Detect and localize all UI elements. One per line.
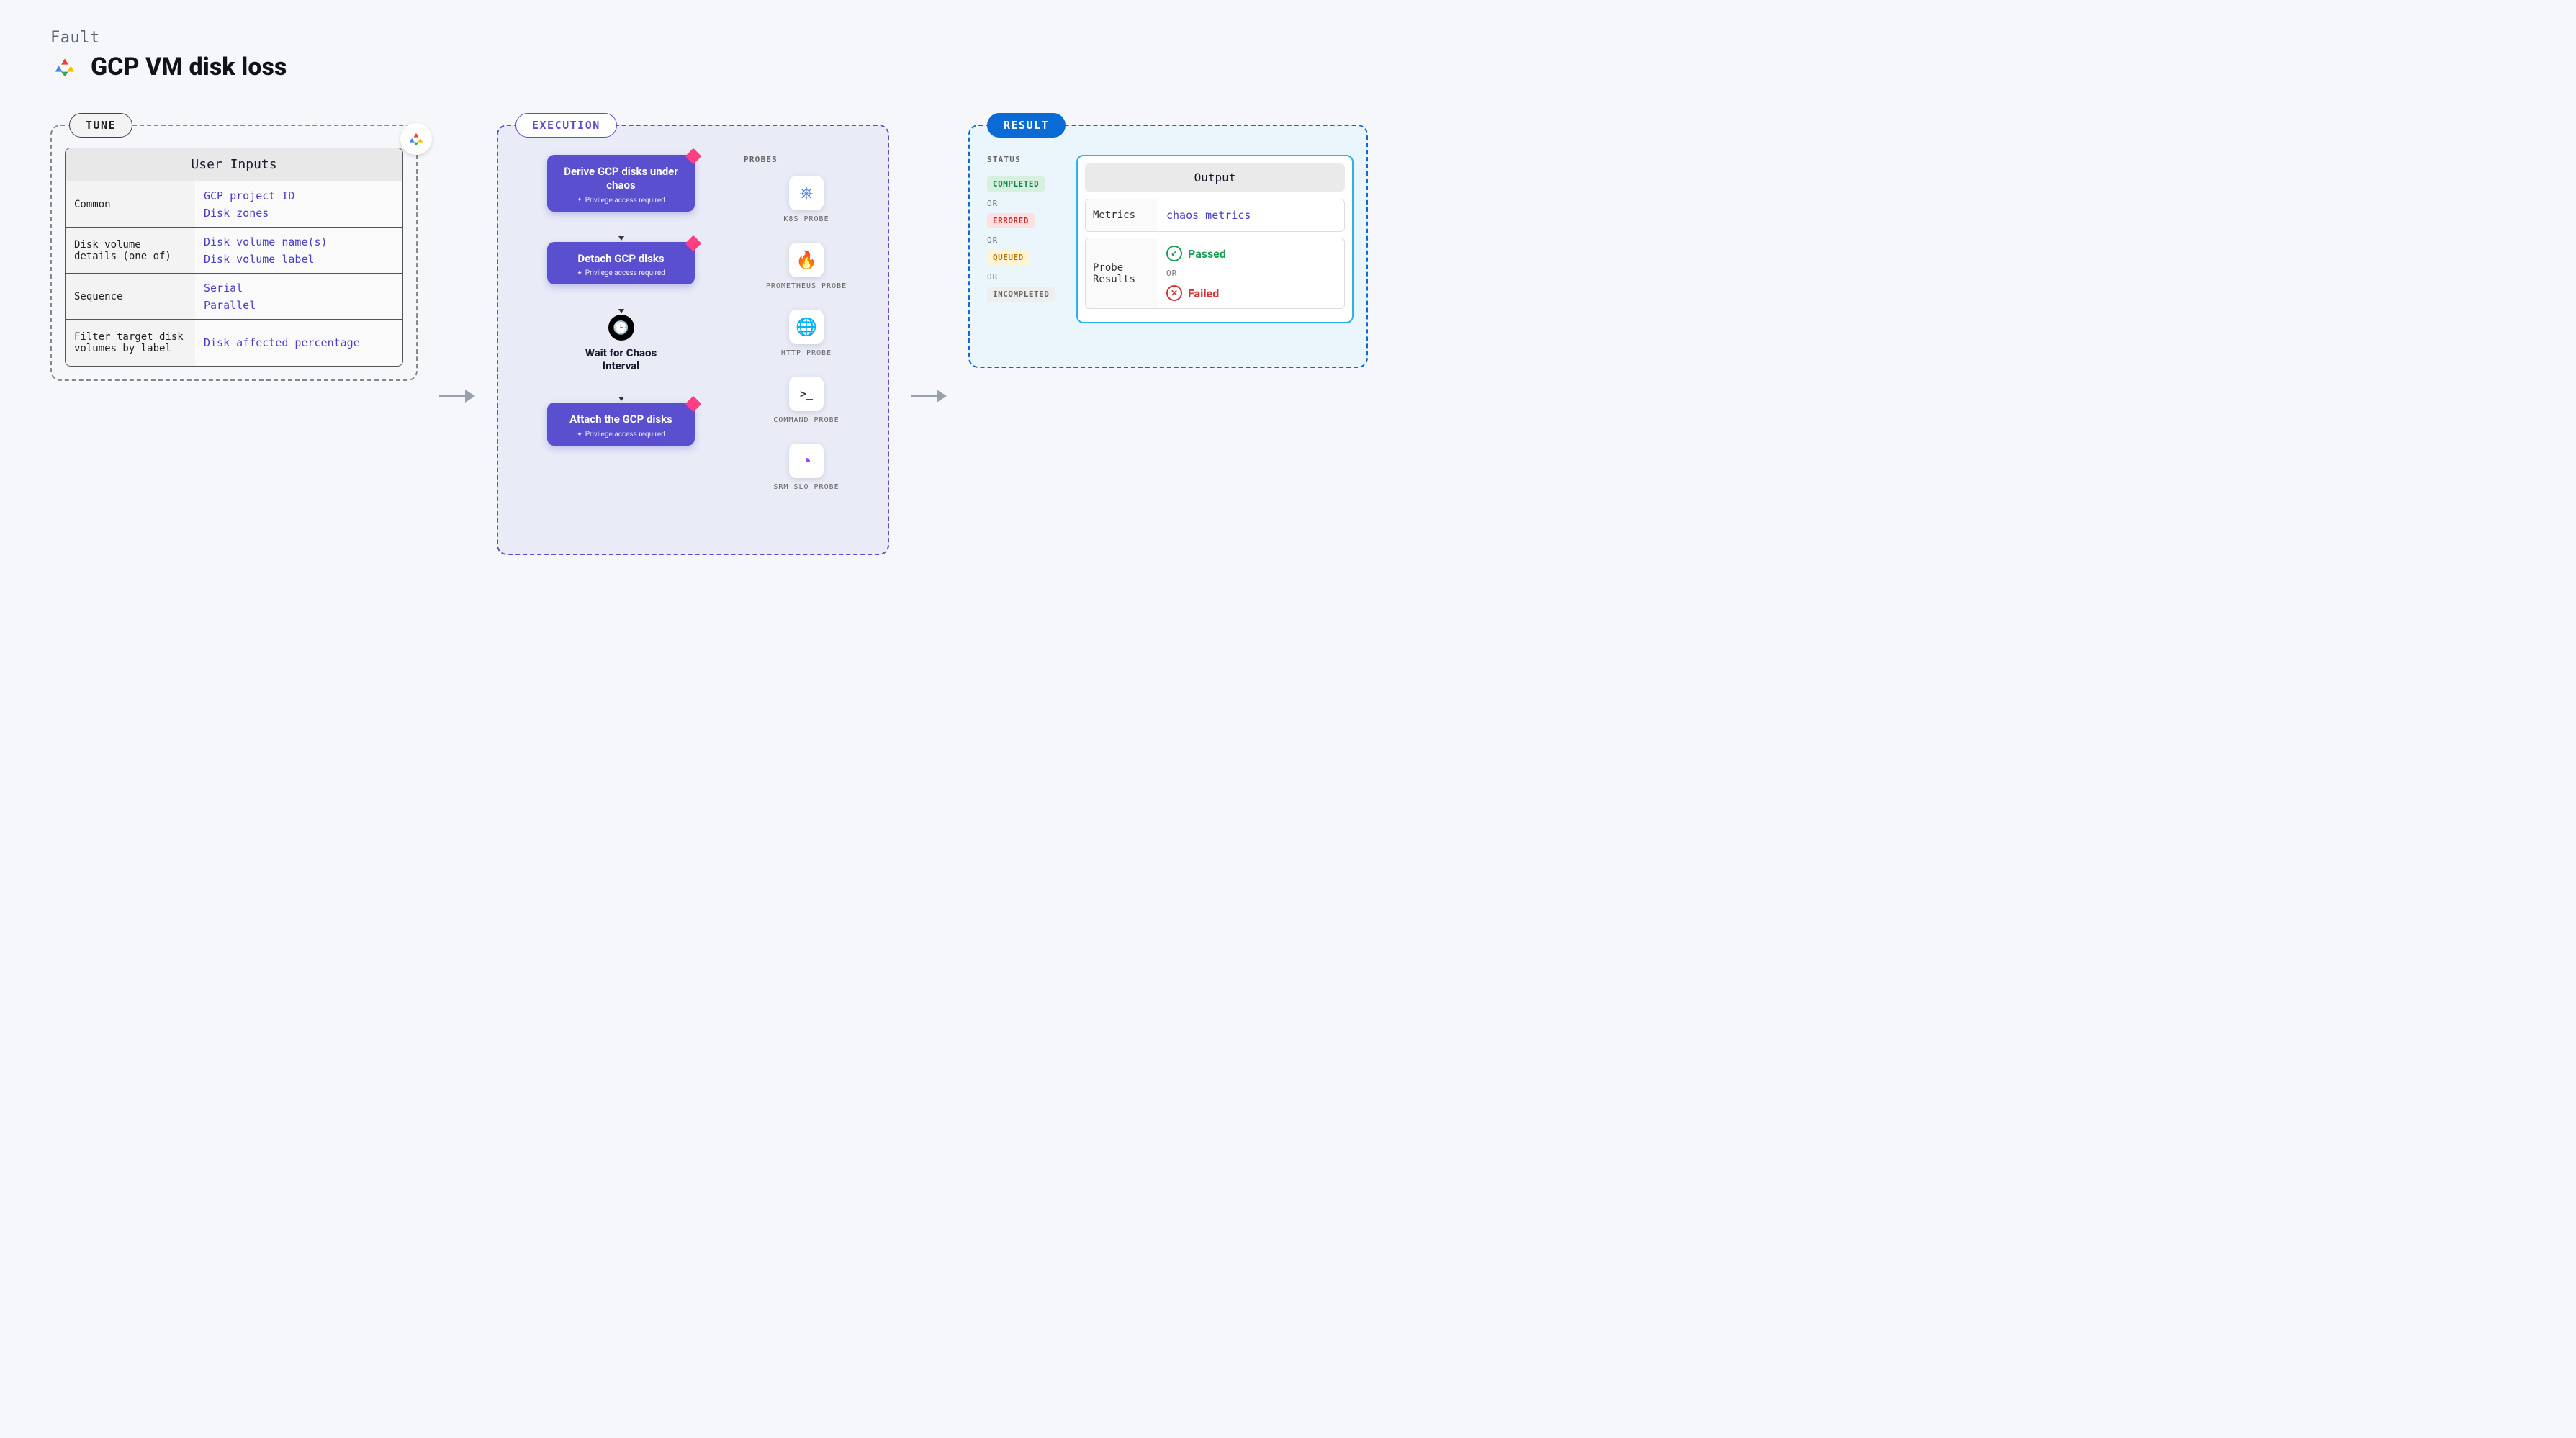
clock-icon: 🕒 bbox=[608, 315, 634, 341]
execution-flow: Derive GCP disks under chaos Privilege a… bbox=[511, 155, 731, 511]
prometheus-icon: 🔥 bbox=[789, 243, 824, 277]
corner-badge-icon bbox=[685, 235, 702, 251]
probe-name: COMMAND PROBE bbox=[773, 415, 839, 425]
status-column: STATUS COMPLETED OR ERRORED OR QUEUED OR… bbox=[983, 155, 1069, 323]
probe-name: PROMETHEUS PROBE bbox=[766, 282, 847, 291]
input-values: Serial Parallel bbox=[195, 274, 402, 319]
or-text: OR bbox=[987, 199, 1065, 208]
status-incompleted: INCOMPLETED bbox=[987, 287, 1055, 302]
output-box: Output Metrics chaos metrics Probe Resul… bbox=[1076, 155, 1354, 323]
output-header: Output bbox=[1085, 163, 1345, 192]
fault-label: Fault bbox=[50, 29, 2526, 47]
probe-failed: ✕ Failed bbox=[1166, 285, 1336, 301]
command-icon: >_ bbox=[789, 377, 824, 411]
input-value: Serial bbox=[204, 282, 394, 295]
input-key: Common bbox=[66, 181, 195, 227]
probe-command: >_ COMMAND PROBE bbox=[744, 377, 869, 425]
status-completed: COMPLETED bbox=[987, 176, 1045, 192]
title-row: GCP VM disk loss bbox=[50, 53, 2526, 81]
flow-arrow-icon bbox=[439, 385, 475, 410]
probe-http: 🌐 HTTP PROBE bbox=[744, 310, 869, 358]
output-row-metrics: Metrics chaos metrics bbox=[1085, 199, 1345, 232]
input-value: Disk volume name(s) bbox=[204, 235, 394, 248]
exec-step-derive: Derive GCP disks under chaos Privilege a… bbox=[547, 155, 695, 212]
exec-step-detach: Detach GCP disks Privilege access requir… bbox=[547, 242, 695, 285]
user-inputs-table: User Inputs Common GCP project ID Disk z… bbox=[65, 148, 403, 367]
srm-slo-icon: ◔ bbox=[789, 444, 824, 478]
status-errored: ERRORED bbox=[987, 213, 1035, 228]
check-icon: ✓ bbox=[1166, 246, 1182, 261]
wait-label: Wait for Chaos Interval bbox=[571, 346, 672, 372]
probe-prometheus: 🔥 PROMETHEUS PROBE bbox=[744, 243, 869, 291]
probe-k8s: ⎈ K8S PROBE bbox=[744, 176, 869, 224]
passed-label: Passed bbox=[1188, 247, 1226, 261]
result-panel: RESULT STATUS COMPLETED OR ERRORED OR QU… bbox=[968, 125, 1368, 368]
corner-badge-icon bbox=[685, 396, 702, 413]
probe-name: SRM SLO PROBE bbox=[773, 482, 839, 492]
tune-panel: TUNE User Inputs Common GCP project ID D… bbox=[50, 125, 418, 381]
input-key: Sequence bbox=[66, 274, 195, 319]
result-pill: RESULT bbox=[987, 113, 1066, 138]
corner-badge-icon bbox=[685, 148, 702, 165]
output-row-probe-results: Probe Results ✓ Passed OR ✕ Failed bbox=[1085, 238, 1345, 309]
status-queued: QUEUED bbox=[987, 250, 1030, 265]
exec-step-sub: Privilege access required bbox=[554, 269, 688, 277]
probe-name: HTTP PROBE bbox=[781, 349, 832, 358]
execution-panel: EXECUTION Derive GCP disks under chaos P… bbox=[497, 125, 889, 555]
input-values: Disk volume name(s) Disk volume label bbox=[195, 228, 402, 273]
execution-pill: EXECUTION bbox=[515, 113, 617, 138]
diagram-canvas: TUNE User Inputs Common GCP project ID D… bbox=[50, 125, 2526, 555]
input-row: Disk volume details (one of) Disk volume… bbox=[66, 228, 402, 274]
wait-block: 🕒 Wait for Chaos Interval bbox=[571, 315, 672, 372]
input-key: Disk volume details (one of) bbox=[66, 228, 195, 273]
input-values: Disk affected percentage bbox=[195, 320, 402, 366]
probe-passed: ✓ Passed bbox=[1166, 246, 1336, 261]
exec-step-attach: Attach the GCP disks Privilege access re… bbox=[547, 403, 695, 446]
exec-step-title: Attach the GCP disks bbox=[554, 413, 688, 426]
input-value: Parallel bbox=[204, 299, 394, 312]
output-value: ✓ Passed OR ✕ Failed bbox=[1158, 238, 1344, 308]
exec-step-title: Derive GCP disks under chaos bbox=[554, 165, 688, 192]
probe-name: K8S PROBE bbox=[783, 215, 829, 224]
probes-column: PROBES ⎈ K8S PROBE 🔥 PROMETHEUS PROBE 🌐 … bbox=[738, 155, 875, 511]
input-row: Common GCP project ID Disk zones bbox=[66, 181, 402, 228]
page-title: GCP VM disk loss bbox=[91, 53, 287, 81]
input-row: Filter target disk volumes by label Disk… bbox=[66, 320, 402, 366]
input-key: Filter target disk volumes by label bbox=[66, 320, 195, 366]
probe-srm-slo: ◔ SRM SLO PROBE bbox=[744, 444, 869, 492]
input-value: Disk zones bbox=[204, 207, 394, 220]
chaos-metrics-link[interactable]: chaos metrics bbox=[1166, 209, 1336, 222]
output-key: Metrics bbox=[1086, 199, 1158, 231]
input-row: Sequence Serial Parallel bbox=[66, 274, 402, 320]
input-values: GCP project ID Disk zones bbox=[195, 181, 402, 227]
exec-step-sub: Privilege access required bbox=[554, 431, 688, 439]
k8s-icon: ⎈ bbox=[789, 176, 824, 210]
http-icon: 🌐 bbox=[789, 310, 824, 344]
probes-label: PROBES bbox=[744, 155, 869, 164]
flow-arrow-icon bbox=[911, 385, 947, 410]
output-value: chaos metrics bbox=[1158, 199, 1344, 231]
output-key: Probe Results bbox=[1086, 238, 1158, 308]
or-text: OR bbox=[987, 235, 1065, 245]
or-text: OR bbox=[987, 272, 1065, 282]
exec-step-title: Detach GCP disks bbox=[554, 252, 688, 266]
x-icon: ✕ bbox=[1166, 285, 1182, 301]
input-value: Disk volume label bbox=[204, 253, 394, 266]
gcp-logo-icon bbox=[50, 53, 79, 81]
exec-step-sub: Privilege access required bbox=[554, 197, 688, 205]
tune-pill: TUNE bbox=[69, 113, 132, 138]
input-value: Disk affected percentage bbox=[204, 336, 394, 349]
or-text: OR bbox=[1166, 269, 1336, 278]
input-value: GCP project ID bbox=[204, 189, 394, 202]
user-inputs-header: User Inputs bbox=[66, 148, 402, 181]
status-label: STATUS bbox=[987, 155, 1065, 164]
failed-label: Failed bbox=[1188, 287, 1219, 300]
gcp-badge-icon bbox=[400, 123, 432, 155]
